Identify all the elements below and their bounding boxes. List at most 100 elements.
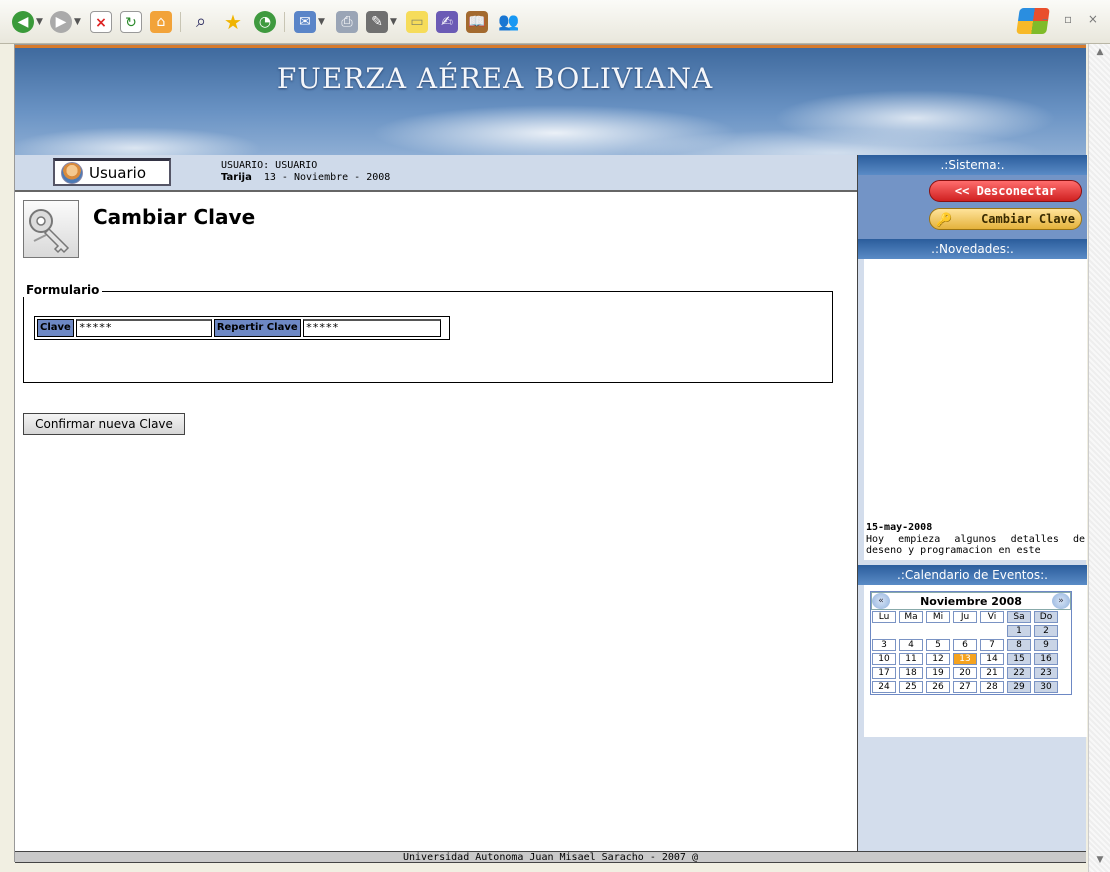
calendar-day[interactable]: 10	[872, 653, 896, 665]
calendar-day[interactable]: 21	[980, 667, 1004, 679]
notes-button[interactable]: ▭	[406, 10, 428, 34]
calendar-week-row: 24 25 26 27 28 29 30	[871, 680, 1071, 694]
research-button[interactable]: 📖	[466, 10, 488, 34]
calendar-weekday: Mi	[926, 611, 950, 623]
location-label: Tarija	[221, 172, 252, 183]
calendar-day[interactable]: 1	[1007, 625, 1031, 637]
user-icon	[61, 161, 83, 184]
calendar-day[interactable]: 19	[926, 667, 950, 679]
back-button[interactable]: ◀ ▼	[12, 10, 43, 34]
password-input[interactable]: *****	[75, 319, 212, 337]
scroll-up-icon[interactable]: ▲	[1091, 44, 1109, 60]
calendar-day[interactable]: 15	[1007, 653, 1031, 665]
calendar: « Noviembre 2008 » Lu Ma Mi Ju Vi Sa Do 123456…	[870, 591, 1072, 695]
repeat-password-input[interactable]: *****	[302, 319, 441, 337]
browser-window: ◀ ▼ ▶ ▼ × ↻ ⌂ ⌕ ★ ◔ ✉ ▼ ⎙ ✎ ▼ ▭ ✍ 📖 👥 – …	[0, 0, 1110, 872]
calendar-day[interactable]: 23	[1034, 667, 1058, 679]
password-label: Clave	[37, 319, 74, 337]
calendar-day[interactable]: 27	[953, 681, 977, 693]
calendar-weekday: Sa	[1007, 611, 1031, 623]
calendar-day[interactable]: 26	[926, 681, 950, 693]
forward-button[interactable]: ▶ ▼	[50, 10, 81, 34]
user-bar: Usuario USUARIO: USUARIO Tarija 13 - Nov…	[15, 155, 857, 192]
forward-icon: ▶	[50, 11, 72, 33]
calendar-week-row: 10 11 12 13 14 15 16	[871, 652, 1071, 666]
messenger-button[interactable]: ✍	[436, 10, 458, 34]
calendar-week-row: 17 18 19 20 21 22 23	[871, 666, 1071, 680]
calendar-day[interactable]: 17	[872, 667, 896, 679]
calendar-day[interactable]: 16	[1034, 653, 1058, 665]
page-viewport: FUERZA AÉREA BOLIVIANA Usuario USUARIO: …	[14, 44, 1087, 863]
news-panel	[864, 259, 1087, 560]
form-legend: Formulario	[23, 283, 103, 297]
calendar-day[interactable]: 25	[899, 681, 923, 693]
disconnect-button[interactable]: << Desconectar	[929, 180, 1082, 202]
news-text: Hoy empieza algunos detalles de deseno y…	[866, 534, 1085, 556]
confirm-new-password-button[interactable]: Confirmar nueva Clave	[23, 413, 185, 435]
calendar-day[interactable]: 14	[980, 653, 1004, 665]
change-password-label: Cambiar Clave	[981, 212, 1075, 226]
favorites-button[interactable]: ★	[222, 10, 244, 34]
calendar-day[interactable]: 12	[926, 653, 950, 665]
vertical-scrollbar[interactable]: ▲ ▼	[1088, 44, 1110, 872]
calendar-day[interactable]: 5	[926, 639, 950, 651]
contacts-button[interactable]: 👥	[498, 10, 520, 34]
prev-month-icon[interactable]: «	[872, 593, 890, 609]
calendar-day[interactable]: 24	[872, 681, 896, 693]
user-info: USUARIO: USUARIO Tarija 13 - Noviembre -…	[221, 160, 390, 184]
home-button[interactable]: ⌂	[150, 10, 172, 34]
change-password-button[interactable]: 🔑 Cambiar Clave	[929, 208, 1082, 230]
scroll-down-icon[interactable]: ▼	[1091, 852, 1109, 868]
notes-icon: ▭	[406, 11, 428, 33]
refresh-button[interactable]: ↻	[120, 10, 142, 34]
next-month-icon[interactable]: »	[1052, 593, 1070, 609]
dropdown-arrow-icon: ▼	[36, 17, 43, 27]
calendar-day[interactable]: 4	[899, 639, 923, 651]
calendar-day[interactable]: 30	[1034, 681, 1058, 693]
dropdown-arrow-icon: ▼	[390, 17, 397, 27]
calendar-weekday-row: Lu Ma Mi Ju Vi Sa Do	[871, 610, 1071, 624]
calendar-day[interactable]: 6	[953, 639, 977, 651]
calendar-weekday: Vi	[980, 611, 1004, 623]
stop-button[interactable]: ×	[90, 10, 112, 34]
calendar-day[interactable]: 13	[953, 653, 977, 665]
system-header: .:Sistema:.	[858, 155, 1087, 175]
contacts-icon: 👥	[498, 12, 520, 32]
calendar-day[interactable]: 11	[899, 653, 923, 665]
research-icon: 📖	[466, 11, 488, 33]
calendar-day[interactable]: 9	[1034, 639, 1058, 651]
user-line: USUARIO: USUARIO	[221, 160, 318, 171]
calendar-day[interactable]: 8	[1007, 639, 1031, 651]
calendar-day[interactable]: 7	[980, 639, 1004, 651]
calendar-day[interactable]: 3	[872, 639, 896, 651]
mail-button[interactable]: ✉ ▼	[294, 10, 325, 34]
refresh-icon: ↻	[120, 11, 142, 33]
history-button[interactable]: ◔	[254, 10, 276, 34]
calendar-empty-cell	[926, 625, 950, 637]
calendar-day[interactable]: 29	[1007, 681, 1031, 693]
back-icon: ◀	[12, 11, 34, 33]
calendar-day[interactable]: 22	[1007, 667, 1031, 679]
calendar-day[interactable]: 28	[980, 681, 1004, 693]
news-header: .:Novedades:.	[858, 239, 1087, 259]
key-icon	[23, 200, 79, 258]
calendar-day[interactable]: 20	[953, 667, 977, 679]
user-button[interactable]: Usuario	[53, 158, 171, 186]
calendar-header: .:Calendario de Eventos:.	[858, 565, 1087, 585]
calendar-weekday: Ju	[953, 611, 977, 623]
browser-toolbar: ◀ ▼ ▶ ▼ × ↻ ⌂ ⌕ ★ ◔ ✉ ▼ ⎙ ✎ ▼ ▭ ✍ 📖 👥 – …	[0, 0, 1110, 44]
search-button[interactable]: ⌕	[190, 10, 212, 34]
window-controls[interactable]: – ▫ ×	[1042, 12, 1104, 26]
calendar-empty-cell	[980, 625, 1004, 637]
print-icon: ⎙	[336, 11, 358, 33]
user-button-label: Usuario	[89, 163, 147, 182]
search-icon: ⌕	[195, 11, 207, 32]
messenger-icon: ✍	[436, 11, 458, 33]
print-button[interactable]: ⎙	[336, 10, 358, 34]
edit-icon: ✎	[366, 11, 388, 33]
repeat-password-label: Repertir Clave	[213, 319, 301, 337]
calendar-day[interactable]: 18	[899, 667, 923, 679]
edit-button[interactable]: ✎ ▼	[366, 10, 397, 34]
calendar-weekday: Do	[1034, 611, 1058, 623]
calendar-day[interactable]: 2	[1034, 625, 1058, 637]
